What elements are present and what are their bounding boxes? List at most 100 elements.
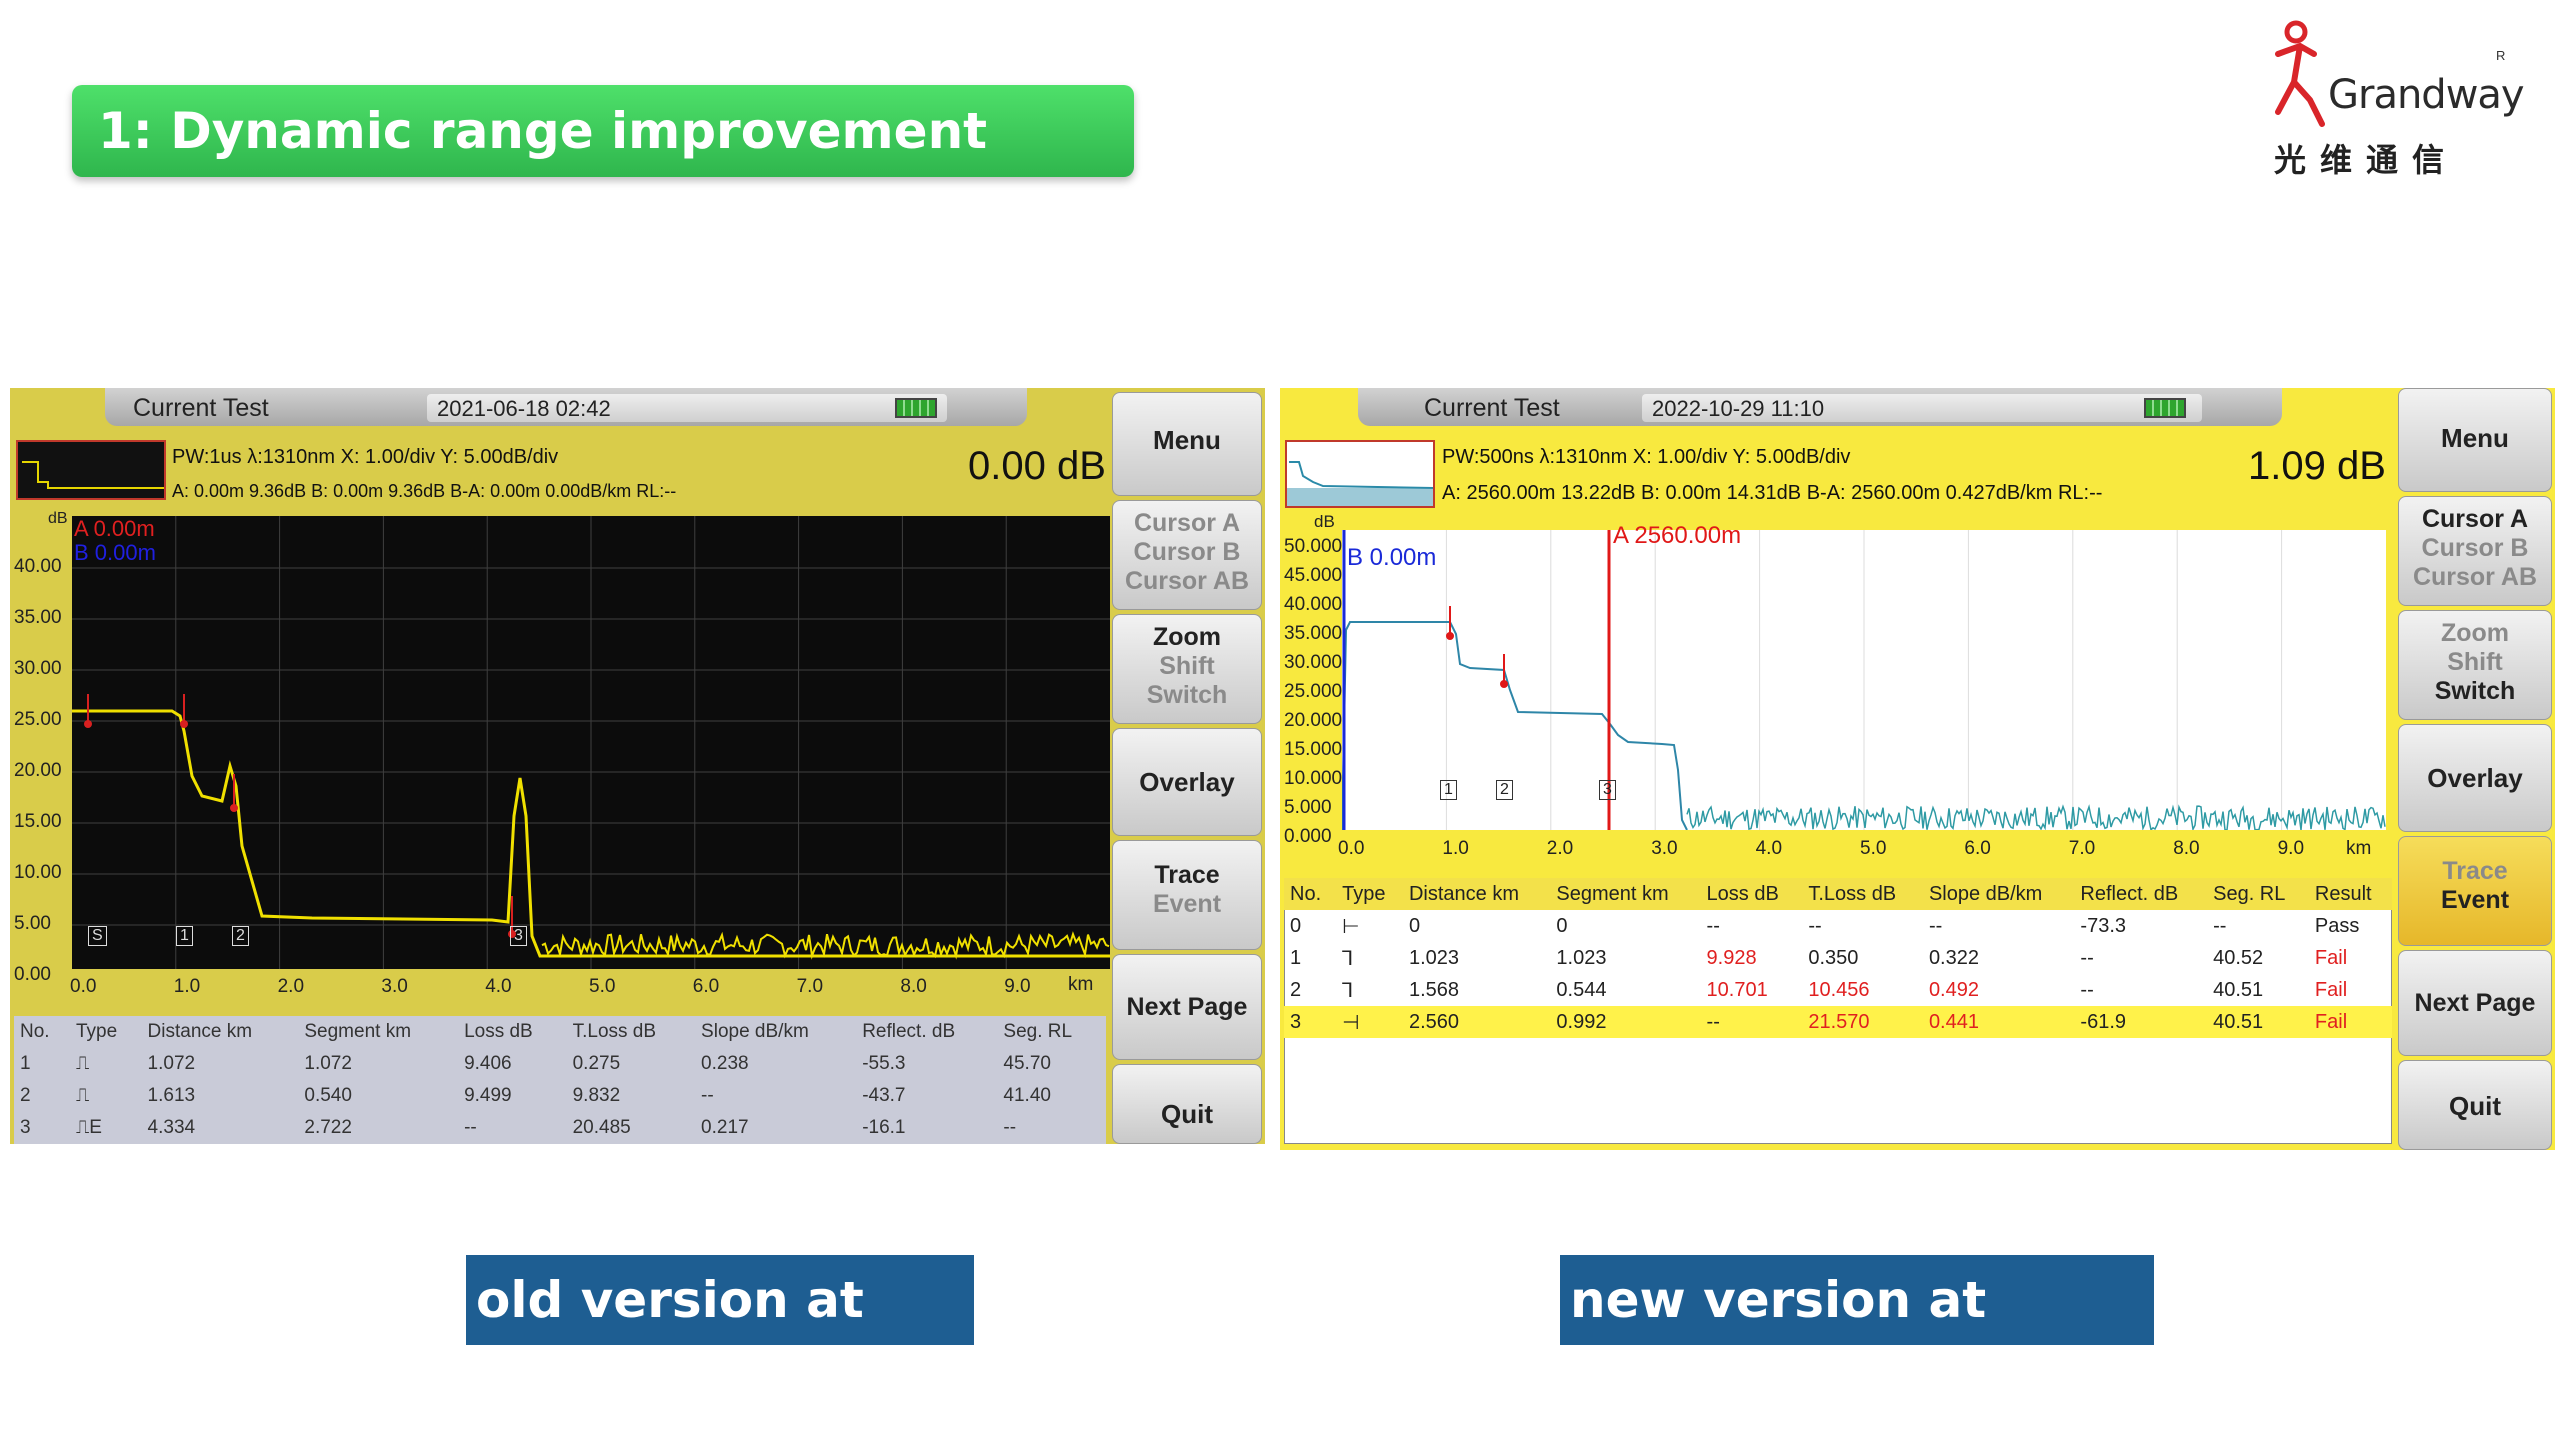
- y-tick-label: 10.00: [14, 862, 62, 883]
- cursor-b-label: B 0.00m: [74, 540, 156, 565]
- status-bar: Current Test 2022-10-29 11:10: [1358, 388, 2282, 426]
- trace-thumbnail[interactable]: [1285, 440, 1435, 508]
- event-marker-s[interactable]: S: [88, 926, 107, 946]
- table-cell: 0.544: [1556, 978, 1607, 1001]
- cursor-button[interactable]: Cursor A Cursor B Cursor AB: [1112, 500, 1262, 610]
- event-table: No. Type Distance km Segment km Loss dB T.Los…: [14, 1016, 1106, 1144]
- table-cell: 20.485: [572, 1117, 631, 1138]
- zoom-shift-switch-button[interactable]: Zoom Shift Switch: [1112, 614, 1262, 724]
- cursor-readout: A: 2560.00m 13.22dB B: 0.00m 14.31dB B-A…: [1442, 482, 2103, 504]
- battery-icon: [895, 398, 937, 418]
- new-otdr-screen: Current Test 2022-10-29 11:10 PW:500ns λ…: [1280, 388, 2555, 1150]
- quit-button[interactable]: Quit: [1112, 1064, 1262, 1144]
- table-cell: ⎍: [75, 1085, 90, 1106]
- cursor-readout: A: 0.00m 9.36dB B: 0.00m 9.36dB B-A: 0.0…: [172, 481, 677, 501]
- trace-thumbnail[interactable]: [16, 440, 166, 500]
- table-cell: 3: [20, 1117, 31, 1138]
- table-cell: -55.3: [862, 1053, 906, 1074]
- y-tick-label: 20.000: [1284, 710, 1343, 731]
- table-cell: 40.52: [2213, 946, 2264, 969]
- event-table: No. Type Distance km Segment km Loss dB T.Los…: [1284, 878, 2392, 1038]
- running-man-logo-icon: [2275, 20, 2325, 127]
- event-marker-3[interactable]: 3: [1599, 780, 1616, 800]
- logo-brand: Grandway: [2328, 72, 2525, 118]
- table-cell: --: [464, 1117, 477, 1138]
- column-header: Reflect. dB: [2080, 882, 2179, 905]
- table-cell: --: [2080, 946, 2094, 969]
- table-cell: 2: [1290, 978, 1302, 1001]
- table-cell: 1.072: [147, 1053, 196, 1074]
- table-cell: 2: [20, 1085, 31, 1106]
- table-cell: 45.70: [1003, 1053, 1051, 1074]
- table-row[interactable]: 1 ⎍ 1.072 1.072 9.406 0.275 0.238 -55.3 45.70: [14, 1048, 1106, 1080]
- table-row[interactable]: 1 ⅂ 1.023 1.023 9.928 0.350 0.322 -- 40.52 Fail: [1284, 942, 2392, 974]
- overlay-button[interactable]: Overlay: [1112, 728, 1262, 836]
- table-cell: 1.613: [147, 1085, 196, 1106]
- table-cell: 9.832: [572, 1085, 621, 1106]
- table-cell: 10.701: [1706, 978, 1768, 1001]
- table-cell: 1.072: [304, 1053, 352, 1074]
- overlay-button[interactable]: Overlay: [2398, 724, 2552, 832]
- otdr-trace-graph[interactable]: [72, 516, 1110, 969]
- x-tick-label: 1.0: [173, 976, 201, 997]
- x-tick-label: 7.0: [2068, 838, 2096, 859]
- zoom-shift-switch-button[interactable]: Zoom Shift Switch: [2398, 610, 2552, 720]
- table-cell: Fail: [2314, 946, 2348, 969]
- table-cell: ⅂: [1342, 947, 1354, 970]
- table-cell: 9.406: [464, 1053, 512, 1074]
- table-cell: 0: [1290, 914, 1302, 937]
- event-marker-1[interactable]: 1: [1440, 780, 1457, 800]
- event-marker-2[interactable]: 2: [232, 926, 249, 946]
- next-page-button[interactable]: Next Page: [1112, 954, 1262, 1060]
- table-cell: 1: [20, 1053, 31, 1074]
- trace-event-button[interactable]: Trace Event: [2398, 836, 2552, 946]
- table-cell: 10.456: [1808, 978, 1870, 1001]
- table-cell: 9.928: [1706, 946, 1757, 969]
- menu-button[interactable]: Menu: [1112, 392, 1262, 496]
- y-tick-label: 35.000: [1284, 623, 1343, 644]
- title-banner: 1: Dynamic range improvement: [72, 85, 1134, 177]
- table-cell: ⎍: [75, 1053, 90, 1074]
- y-tick-label: 50.000: [1284, 536, 1343, 557]
- table-row[interactable]: 2 ⎍ 1.613 0.540 9.499 9.832 -- -43.7 41.40: [14, 1080, 1106, 1112]
- trace-params: PW:1us λ:1310nm X: 1.00/div Y: 5.00dB/di…: [172, 446, 559, 468]
- table-row[interactable]: 0 ⊢ 0 0 -- -- -- -73.3 -- Pass: [1284, 910, 2392, 942]
- table-cell: --: [1928, 914, 1943, 937]
- menu-button[interactable]: Menu: [2398, 388, 2552, 492]
- table-cell: --: [2213, 914, 2227, 937]
- y-tick-label: 40.00: [14, 556, 62, 577]
- cursor-button[interactable]: Cursor A Cursor B Cursor AB: [2398, 496, 2552, 606]
- table-cell: -73.3: [2080, 914, 2127, 937]
- status-title: Current Test: [1424, 394, 1560, 422]
- table-cell: 0.322: [1928, 946, 1979, 969]
- y-tick-label: 0.000: [1284, 826, 1332, 847]
- x-tick-label: 8.0: [2173, 838, 2200, 859]
- x-tick-label: 9.0: [1004, 976, 1031, 997]
- y-unit-label: dB: [48, 510, 68, 527]
- table-cell: 0.441: [1928, 1010, 1979, 1033]
- x-tick-label: 8.0: [900, 976, 927, 997]
- event-marker-1[interactable]: 1: [176, 926, 193, 946]
- loss-readout: 1.09 dB: [2248, 444, 2386, 488]
- event-marker-3[interactable]: 3: [510, 926, 527, 946]
- old-otdr-screen: Current Test 2021-06-18 02:42 PW:1us λ:1…: [10, 388, 1265, 1144]
- table-row[interactable]: 2 ⅂ 1.568 0.544 10.701 10.456 0.492 -- 40.51 Fail: [1284, 974, 2392, 1006]
- table-cell: --: [1706, 1010, 1720, 1033]
- column-header: T.Loss dB: [572, 1021, 657, 1042]
- next-page-button[interactable]: Next Page: [2398, 950, 2552, 1056]
- table-row[interactable]: 3 ⎍E 4.334 2.722 -- 20.485 0.217 -16.1 --: [14, 1112, 1106, 1144]
- x-tick-label: 2.0: [277, 976, 305, 997]
- table-cell: 2.722: [304, 1117, 352, 1138]
- trace-event-button[interactable]: Trace Event: [1112, 840, 1262, 950]
- y-tick-label: 15.00: [14, 811, 62, 832]
- trace-params: PW:500ns λ:1310nm X: 1.00/div Y: 5.00dB/…: [1442, 446, 1851, 468]
- column-header: T.Loss dB: [1808, 882, 1897, 905]
- event-marker-2[interactable]: 2: [1496, 780, 1513, 800]
- y-tick-label: 30.00: [14, 658, 62, 679]
- table-cell: 40.51: [2213, 978, 2264, 1001]
- table-row[interactable]: 3 ⊣ 2.560 0.992 -- 21.570 0.441 -61.9 40.51 Fail: [1284, 1006, 2392, 1038]
- x-tick-label: 7.0: [796, 976, 824, 997]
- table-cell: --: [1706, 914, 1720, 937]
- quit-button[interactable]: Quit: [2398, 1060, 2552, 1150]
- x-tick-label: 0.0: [1338, 838, 1365, 859]
